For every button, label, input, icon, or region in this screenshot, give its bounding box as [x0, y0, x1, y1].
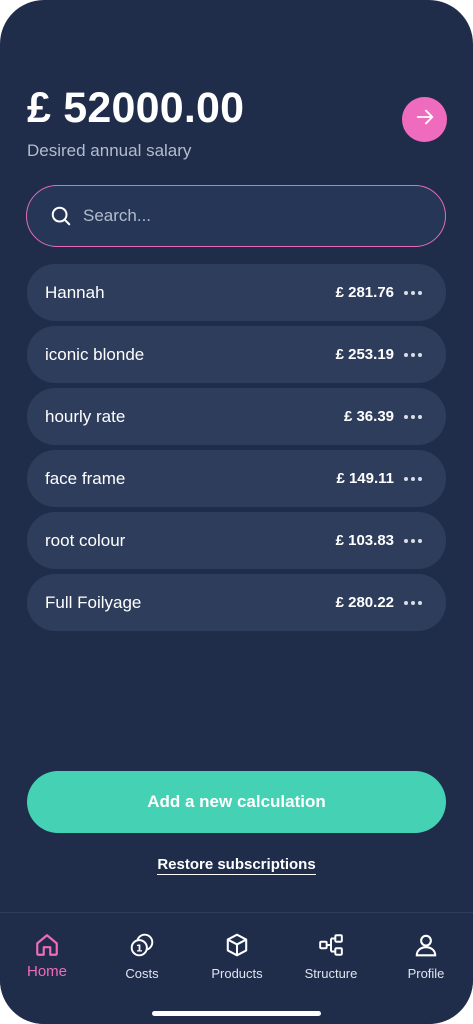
item-name: hourly rate: [45, 406, 126, 426]
search-input[interactable]: [83, 201, 413, 231]
box-icon: [223, 931, 251, 959]
item-name: face frame: [45, 468, 126, 488]
structure-icon: [317, 931, 345, 959]
list-item[interactable]: hourly rate £ 36.39: [27, 388, 446, 445]
item-name: iconic blonde: [45, 344, 145, 364]
tab-home[interactable]: Home: [2, 931, 92, 980]
list-item[interactable]: root colour £ 103.83: [27, 512, 446, 569]
tab-products[interactable]: Products: [192, 931, 282, 981]
home-icon: [33, 931, 61, 959]
salary-caption: Desired annual salary: [27, 141, 192, 160]
tab-costs[interactable]: 1 Costs: [97, 931, 187, 981]
item-name: Hannah: [45, 282, 105, 302]
more-options-icon[interactable]: [402, 283, 424, 303]
next-button[interactable]: [402, 97, 447, 142]
add-calculation-button[interactable]: Add a new calculation: [27, 771, 446, 833]
item-price: £ 253.19: [335, 346, 394, 363]
home-indicator: [152, 1011, 321, 1016]
tab-structure[interactable]: Structure: [286, 931, 376, 981]
tab-label: Structure: [304, 966, 358, 981]
list-item[interactable]: Full Foilyage £ 280.22: [27, 574, 446, 631]
search-icon: [49, 204, 73, 228]
tab-label: Profile: [407, 966, 445, 981]
list-item[interactable]: iconic blonde £ 253.19: [27, 326, 446, 383]
item-price: £ 103.83: [335, 532, 394, 549]
item-price: £ 280.22: [335, 594, 394, 611]
list-item[interactable]: face frame £ 149.11: [27, 450, 446, 507]
more-options-icon[interactable]: [402, 469, 424, 489]
tab-profile[interactable]: Profile: [381, 931, 471, 981]
item-price: £ 149.11: [336, 470, 394, 487]
tab-label: Products: [211, 966, 263, 981]
search-bar[interactable]: [26, 185, 446, 247]
app-screen: £ 52000.00 Desired annual salary Hannah …: [0, 0, 473, 1024]
more-options-icon[interactable]: [402, 531, 424, 551]
user-icon: [412, 931, 440, 959]
tab-label: Costs: [125, 966, 159, 981]
item-name: root colour: [45, 530, 126, 550]
restore-subscriptions-container: Restore subscriptions: [0, 856, 473, 875]
tab-bar: Home 1 Costs Products Structure Profile: [0, 912, 473, 1024]
item-price: £ 36.39: [343, 408, 394, 425]
tab-label: Home: [26, 963, 67, 980]
more-options-icon[interactable]: [402, 593, 424, 613]
more-options-icon[interactable]: [402, 407, 424, 427]
svg-text:1: 1: [136, 944, 143, 955]
list-item[interactable]: Hannah £ 281.76: [27, 264, 446, 321]
salary-amount: £ 52000.00: [27, 84, 245, 132]
more-options-icon[interactable]: [402, 345, 424, 365]
restore-subscriptions-link[interactable]: Restore subscriptions: [157, 856, 316, 875]
arrow-right-icon: [414, 106, 436, 133]
coins-icon: 1: [128, 931, 156, 959]
item-name: Full Foilyage: [45, 592, 142, 612]
item-price: £ 281.76: [335, 284, 394, 301]
calculation-list: Hannah £ 281.76 iconic blonde £ 253.19 h…: [27, 264, 446, 636]
